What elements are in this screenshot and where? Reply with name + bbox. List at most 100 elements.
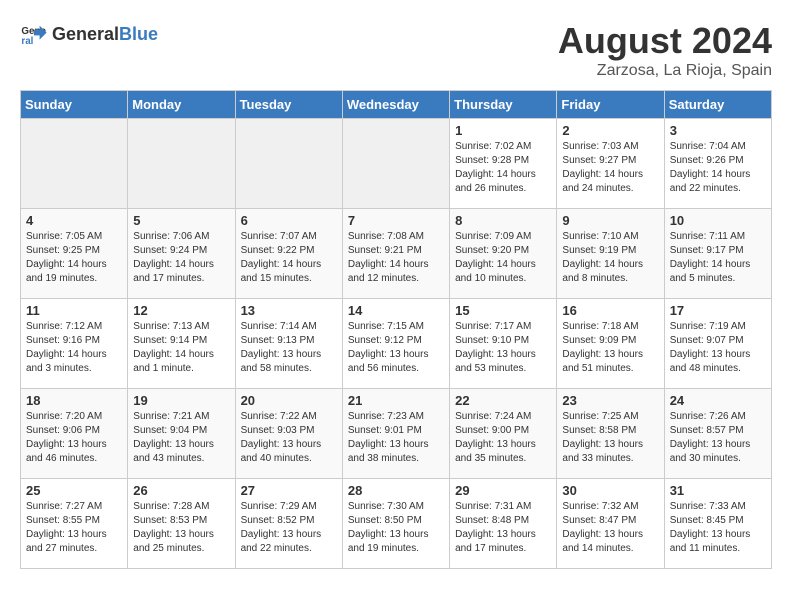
day-info: Sunrise: 7:20 AM Sunset: 9:06 PM Dayligh…	[26, 410, 122, 466]
calendar-cell	[235, 119, 342, 209]
day-number: 6	[241, 213, 337, 228]
day-number: 12	[133, 303, 229, 318]
svg-text:ral: ral	[21, 36, 33, 47]
day-info: Sunrise: 7:32 AM Sunset: 8:47 PM Dayligh…	[562, 500, 658, 556]
calendar-cell: 20Sunrise: 7:22 AM Sunset: 9:03 PM Dayli…	[235, 389, 342, 479]
day-info: Sunrise: 7:08 AM Sunset: 9:21 PM Dayligh…	[348, 230, 444, 286]
weekday-header-wednesday: Wednesday	[342, 91, 449, 119]
calendar-cell: 22Sunrise: 7:24 AM Sunset: 9:00 PM Dayli…	[450, 389, 557, 479]
day-info: Sunrise: 7:27 AM Sunset: 8:55 PM Dayligh…	[26, 500, 122, 556]
day-number: 11	[26, 303, 122, 318]
day-number: 14	[348, 303, 444, 318]
day-info: Sunrise: 7:07 AM Sunset: 9:22 PM Dayligh…	[241, 230, 337, 286]
calendar-week-5: 25 Sunrise: 7:27 AM Sunset: 8:55 PM Dayli…	[21, 479, 772, 569]
calendar-cell	[21, 119, 128, 209]
calendar-cell: 24 Sunrise: 7:26 AM Sunset: 8:57 PM Dayli…	[664, 389, 771, 479]
day-number: 13	[241, 303, 337, 318]
day-number: 5	[133, 213, 229, 228]
day-info: Sunrise: 7:23 AM Sunset: 9:01 PM Dayligh…	[348, 410, 444, 466]
weekday-header-thursday: Thursday	[450, 91, 557, 119]
day-number: 9	[562, 213, 658, 228]
calendar-cell: 31 Sunrise: 7:33 AM Sunset: 8:45 PM Dayli…	[664, 479, 771, 569]
calendar-cell	[342, 119, 449, 209]
calendar-cell: 19Sunrise: 7:21 AM Sunset: 9:04 PM Dayli…	[128, 389, 235, 479]
month-year: August 2024	[558, 20, 772, 62]
day-number: 31	[670, 483, 766, 498]
calendar-cell: 16 Sunrise: 7:18 AM Sunset: 9:09 PM Dayli…	[557, 299, 664, 389]
day-info: Sunrise: 7:02 AM Sunset: 9:28 PM Dayligh…	[455, 140, 551, 196]
calendar-cell: 8Sunrise: 7:09 AM Sunset: 9:20 PM Daylig…	[450, 209, 557, 299]
calendar-cell: 10 Sunrise: 7:11 AM Sunset: 9:17 PM Dayli…	[664, 209, 771, 299]
calendar-cell: 23Sunrise: 7:25 AM Sunset: 8:58 PM Dayli…	[557, 389, 664, 479]
calendar-cell: 1 Sunrise: 7:02 AM Sunset: 9:28 PM Daylig…	[450, 119, 557, 209]
calendar-cell: 7 Sunrise: 7:08 AM Sunset: 9:21 PM Daylig…	[342, 209, 449, 299]
calendar-body: 1 Sunrise: 7:02 AM Sunset: 9:28 PM Daylig…	[21, 119, 772, 569]
day-number: 26	[133, 483, 229, 498]
day-info: Sunrise: 7:18 AM Sunset: 9:09 PM Dayligh…	[562, 320, 658, 376]
calendar-cell: 29 Sunrise: 7:31 AM Sunset: 8:48 PM Dayli…	[450, 479, 557, 569]
day-info: Sunrise: 7:09 AM Sunset: 9:20 PM Dayligh…	[455, 230, 551, 286]
logo-blue-text: Blue	[119, 24, 158, 45]
day-number: 25	[26, 483, 122, 498]
calendar-cell: 21 Sunrise: 7:23 AM Sunset: 9:01 PM Dayli…	[342, 389, 449, 479]
calendar-cell: 5Sunrise: 7:06 AM Sunset: 9:24 PM Daylig…	[128, 209, 235, 299]
logo-icon: Gene ral	[20, 20, 48, 48]
day-number: 29	[455, 483, 551, 498]
weekday-header-tuesday: Tuesday	[235, 91, 342, 119]
day-number: 16	[562, 303, 658, 318]
weekday-header-row: SundayMondayTuesdayWednesdayThursdayFrid…	[21, 91, 772, 119]
day-info: Sunrise: 7:04 AM Sunset: 9:26 PM Dayligh…	[670, 140, 766, 196]
weekday-header-monday: Monday	[128, 91, 235, 119]
calendar-cell: 14Sunrise: 7:15 AM Sunset: 9:12 PM Dayli…	[342, 299, 449, 389]
calendar-week-3: 11 Sunrise: 7:12 AM Sunset: 9:16 PM Dayli…	[21, 299, 772, 389]
calendar-cell: 30Sunrise: 7:32 AM Sunset: 8:47 PM Dayli…	[557, 479, 664, 569]
calendar-cell: 4 Sunrise: 7:05 AM Sunset: 9:25 PM Daylig…	[21, 209, 128, 299]
calendar-cell	[128, 119, 235, 209]
day-number: 20	[241, 393, 337, 408]
day-number: 18	[26, 393, 122, 408]
day-info: Sunrise: 7:25 AM Sunset: 8:58 PM Dayligh…	[562, 410, 658, 466]
day-info: Sunrise: 7:30 AM Sunset: 8:50 PM Dayligh…	[348, 500, 444, 556]
day-info: Sunrise: 7:26 AM Sunset: 8:57 PM Dayligh…	[670, 410, 766, 466]
calendar-cell: 28 Sunrise: 7:30 AM Sunset: 8:50 PM Dayli…	[342, 479, 449, 569]
calendar-table: SundayMondayTuesdayWednesdayThursdayFrid…	[20, 90, 772, 569]
title-block: August 2024 Zarzosa, La Rioja, Spain	[558, 20, 772, 80]
calendar-cell: 15Sunrise: 7:17 AM Sunset: 9:10 PM Dayli…	[450, 299, 557, 389]
day-number: 19	[133, 393, 229, 408]
calendar-week-1: 1 Sunrise: 7:02 AM Sunset: 9:28 PM Daylig…	[21, 119, 772, 209]
day-info: Sunrise: 7:31 AM Sunset: 8:48 PM Dayligh…	[455, 500, 551, 556]
day-number: 28	[348, 483, 444, 498]
day-info: Sunrise: 7:11 AM Sunset: 9:17 PM Dayligh…	[670, 230, 766, 286]
logo-general-text: General	[52, 24, 119, 45]
weekday-header-saturday: Saturday	[664, 91, 771, 119]
day-info: Sunrise: 7:12 AM Sunset: 9:16 PM Dayligh…	[26, 320, 122, 376]
calendar-cell: 6 Sunrise: 7:07 AM Sunset: 9:22 PM Daylig…	[235, 209, 342, 299]
day-number: 17	[670, 303, 766, 318]
day-number: 10	[670, 213, 766, 228]
calendar-cell: 25 Sunrise: 7:27 AM Sunset: 8:55 PM Dayli…	[21, 479, 128, 569]
calendar-cell: 2Sunrise: 7:03 AM Sunset: 9:27 PM Daylig…	[557, 119, 664, 209]
calendar-week-2: 4 Sunrise: 7:05 AM Sunset: 9:25 PM Daylig…	[21, 209, 772, 299]
calendar-cell: 26Sunrise: 7:28 AM Sunset: 8:53 PM Dayli…	[128, 479, 235, 569]
day-number: 24	[670, 393, 766, 408]
day-info: Sunrise: 7:19 AM Sunset: 9:07 PM Dayligh…	[670, 320, 766, 376]
day-info: Sunrise: 7:17 AM Sunset: 9:10 PM Dayligh…	[455, 320, 551, 376]
day-number: 2	[562, 123, 658, 138]
day-number: 1	[455, 123, 551, 138]
location: Zarzosa, La Rioja, Spain	[558, 62, 772, 80]
day-number: 4	[26, 213, 122, 228]
calendar-week-4: 18 Sunrise: 7:20 AM Sunset: 9:06 PM Dayli…	[21, 389, 772, 479]
day-info: Sunrise: 7:33 AM Sunset: 8:45 PM Dayligh…	[670, 500, 766, 556]
day-info: Sunrise: 7:13 AM Sunset: 9:14 PM Dayligh…	[133, 320, 229, 376]
day-info: Sunrise: 7:29 AM Sunset: 8:52 PM Dayligh…	[241, 500, 337, 556]
calendar-cell: 17 Sunrise: 7:19 AM Sunset: 9:07 PM Dayli…	[664, 299, 771, 389]
day-number: 7	[348, 213, 444, 228]
day-number: 27	[241, 483, 337, 498]
day-info: Sunrise: 7:05 AM Sunset: 9:25 PM Dayligh…	[26, 230, 122, 286]
day-info: Sunrise: 7:10 AM Sunset: 9:19 PM Dayligh…	[562, 230, 658, 286]
day-number: 21	[348, 393, 444, 408]
logo: Gene ral General Blue	[20, 20, 158, 48]
calendar-cell: 18 Sunrise: 7:20 AM Sunset: 9:06 PM Dayli…	[21, 389, 128, 479]
calendar-cell: 3Sunrise: 7:04 AM Sunset: 9:26 PM Daylig…	[664, 119, 771, 209]
page-header: Gene ral General Blue August 2024 Zarzos…	[20, 20, 772, 80]
